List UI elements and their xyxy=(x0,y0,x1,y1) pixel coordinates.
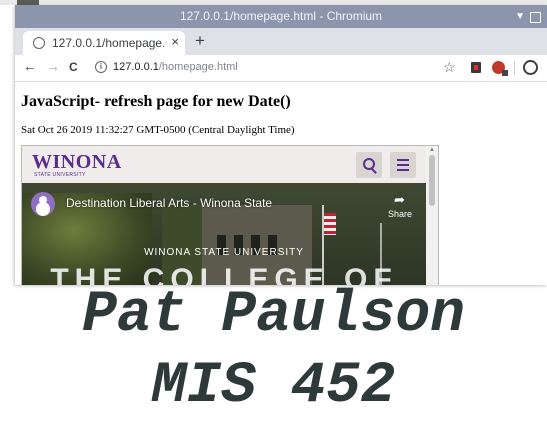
flag xyxy=(324,213,336,235)
video-player[interactable]: Destination Liberal Arts - Winona State … xyxy=(22,183,426,285)
info-icon[interactable]: i xyxy=(95,61,107,73)
toolbar-divider xyxy=(514,61,515,75)
tab-strip: 127.0.0.1/homepage.html × + xyxy=(15,28,547,55)
video-overlay-text: WINONA STATE UNIVERSITY xyxy=(144,247,304,258)
share-icon[interactable]: ➦ xyxy=(394,192,405,208)
page-heading: JavaScript- refresh page for new Date() xyxy=(21,93,291,110)
tab-title: 127.0.0.1/homepage.html xyxy=(52,36,164,50)
iframe-scrollbar[interactable]: ▲ xyxy=(426,146,438,285)
address-bar[interactable]: 127.0.0.1/homepage.html xyxy=(113,61,238,73)
bookmark-star-icon[interactable]: ☆ xyxy=(443,59,456,76)
logo-subtitle: STATE UNIVERSITY xyxy=(34,172,86,178)
url-host: 127.0.0.1 xyxy=(113,61,159,73)
window-title: 127.0.0.1/homepage.html - Chromium xyxy=(179,9,383,23)
maximize-icon[interactable] xyxy=(530,12,541,23)
reload-button[interactable]: C xyxy=(69,60,78,74)
new-tab-button[interactable]: + xyxy=(195,31,205,51)
chevron-down-icon[interactable]: ▼ xyxy=(515,5,525,28)
page-content: JavaScript- refresh page for new Date() … xyxy=(15,82,547,285)
date-text: Sat Oct 26 2019 11:32:27 GMT-0500 (Centr… xyxy=(21,124,295,136)
url-path: /homepage.html xyxy=(158,61,238,73)
site-header: WINONA STATE UNIVERSITY xyxy=(22,146,426,183)
video-title[interactable]: Destination Liberal Arts - Winona State xyxy=(66,196,272,210)
caption-course: MIS 452 xyxy=(151,354,396,419)
extension-badge-icon[interactable] xyxy=(492,61,508,76)
back-button[interactable]: ← xyxy=(23,58,37,74)
tab-homepage[interactable]: 127.0.0.1/homepage.html × xyxy=(23,31,185,55)
site-search-button[interactable] xyxy=(356,152,382,178)
scrollbar-thumb[interactable] xyxy=(429,155,435,206)
account-icon[interactable] xyxy=(523,60,538,75)
window-titlebar: 127.0.0.1/homepage.html - Chromium ▼ xyxy=(15,5,547,28)
extension-icon[interactable] xyxy=(471,62,481,73)
menu-icon xyxy=(397,159,409,161)
caption-name: Pat Paulson xyxy=(82,283,465,348)
share-label[interactable]: Share xyxy=(388,209,412,219)
forward-button[interactable]: → xyxy=(46,58,60,74)
site-menu-button[interactable] xyxy=(390,152,416,178)
scroll-up-icon[interactable]: ▲ xyxy=(429,147,435,153)
browser-window: 127.0.0.1/homepage.html - Chromium ▼ 127… xyxy=(15,5,547,285)
winona-logo[interactable]: WINONA xyxy=(32,151,122,174)
channel-avatar[interactable] xyxy=(31,192,55,216)
close-tab-icon[interactable]: × xyxy=(171,34,179,49)
embedded-iframe[interactable]: WINONA STATE UNIVERSITY Destination Libe… xyxy=(21,145,439,285)
video-overlay-big: THE COLLEGE OF xyxy=(50,263,398,285)
browser-toolbar: ← → C i 127.0.0.1/homepage.html ☆ xyxy=(15,55,547,82)
globe-icon xyxy=(33,37,45,49)
